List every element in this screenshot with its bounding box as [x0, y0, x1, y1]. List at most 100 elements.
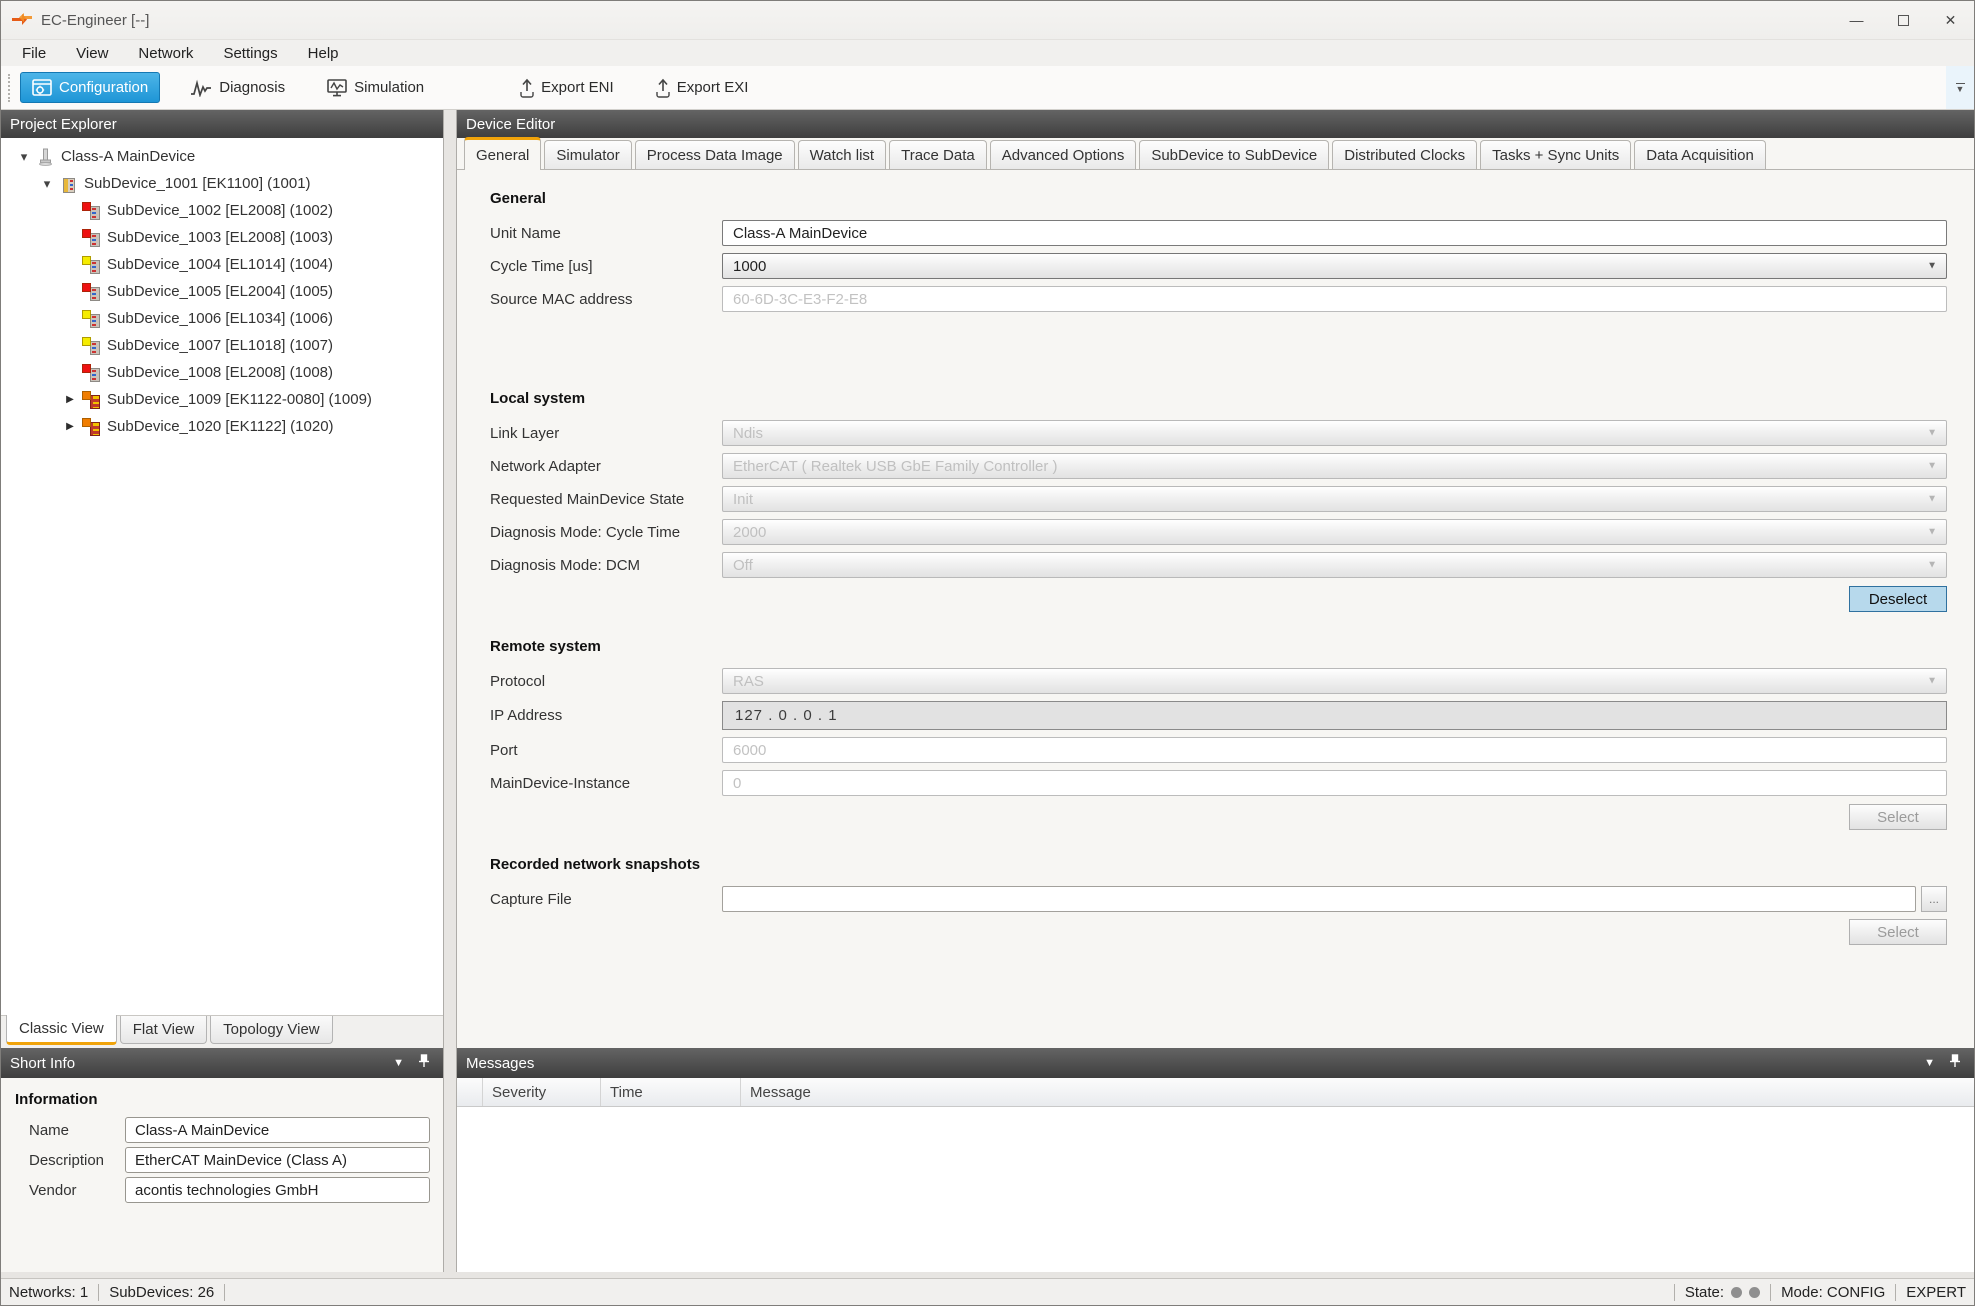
export-eni-button[interactable]: Export ENI: [508, 72, 626, 103]
messages-collapse-icon[interactable]: ▼: [1924, 1057, 1935, 1069]
tree-item-subdevice-1002-el2008-1002[interactable]: SubDevice_1002 [EL2008] (1002): [1, 197, 443, 224]
export-exi-button[interactable]: Export EXI: [644, 72, 761, 103]
remote-select-button: Select: [1849, 804, 1947, 830]
minimize-button[interactable]: —: [1833, 1, 1880, 39]
network-adapter-select: EtherCAT ( Realtek USB GbE Family Contro…: [722, 453, 1947, 479]
status-flag-icon: [82, 256, 91, 265]
tree-item-subdevice-1007-el1018-1007[interactable]: SubDevice_1007 [EL1018] (1007): [1, 332, 443, 359]
tab-trace-data[interactable]: Trace Data: [889, 140, 987, 169]
terminal-icon: [81, 202, 102, 220]
tree-item-subdevice-1006-el1034-1006[interactable]: SubDevice_1006 [EL1034] (1006): [1, 305, 443, 332]
terminal-body: [90, 314, 100, 328]
tab-distributed-clocks[interactable]: Distributed Clocks: [1332, 140, 1477, 169]
coupler-icon: [58, 175, 79, 193]
short-info-section-heading: Information: [15, 1091, 430, 1108]
general-section-heading: General: [490, 190, 1947, 207]
browse-button[interactable]: ...: [1921, 886, 1947, 912]
link-icon: [81, 391, 102, 409]
port-label: Port: [490, 742, 722, 759]
tab-advanced-options[interactable]: Advanced Options: [990, 140, 1137, 169]
close-button[interactable]: ✕: [1927, 1, 1974, 39]
view-tab-topology-view[interactable]: Topology View: [210, 1016, 332, 1044]
tab-process-data-image[interactable]: Process Data Image: [635, 140, 795, 169]
column-header-message[interactable]: Message: [741, 1078, 1974, 1106]
messages-gutter-column: [457, 1078, 483, 1106]
menu-item-network[interactable]: Network: [123, 40, 208, 66]
source-mac-input: 60-6D-3C-E3-F2-E8: [722, 286, 1947, 312]
tree-item-subdevice-1001-ek1100-1001[interactable]: ▾ SubDevice_1001 [EK1100] (1001): [1, 170, 443, 197]
simulation-icon: [327, 79, 347, 97]
unit-name-input[interactable]: Class-A MainDevice: [722, 220, 1947, 246]
capture-file-label: Capture File: [490, 891, 722, 908]
messages-body: SeverityTimeMessage: [457, 1078, 1974, 1272]
tab-general[interactable]: General: [464, 137, 541, 170]
tree-item-label: SubDevice_1003 [EL2008] (1003): [107, 229, 333, 246]
tree-item-subdevice-1004-el1014-1004[interactable]: SubDevice_1004 [EL1014] (1004): [1, 251, 443, 278]
tree-item-label: SubDevice_1020 [EK1122] (1020): [107, 418, 334, 435]
chevron-down-icon: ▼: [1927, 560, 1937, 571]
vendor-label: Vendor: [29, 1182, 125, 1199]
tree-item-subdevice-1008-el2008-1008[interactable]: SubDevice_1008 [EL2008] (1008): [1, 359, 443, 386]
short-info-header[interactable]: Short Info ▼: [1, 1048, 443, 1078]
tab-tasks-sync-units[interactable]: Tasks + Sync Units: [1480, 140, 1631, 169]
column-header-time[interactable]: Time: [601, 1078, 741, 1106]
tree-item-label: SubDevice_1002 [EL2008] (1002): [107, 202, 333, 219]
column-header-severity[interactable]: Severity: [483, 1078, 601, 1106]
port-input: 6000: [722, 737, 1947, 763]
tree-item-label: Class-A MainDevice: [61, 148, 195, 165]
app-window: EC-Engineer [--] — ✕ FileViewNetworkSett…: [0, 0, 1975, 1306]
device-editor-title: Device Editor: [466, 116, 555, 133]
toolbar-overflow-button[interactable]: ▼: [1946, 66, 1974, 109]
tree-item-class-a-maindevice[interactable]: ▾ Class-A MainDevice: [1, 143, 443, 170]
tree-item-subdevice-1003-el2008-1003[interactable]: SubDevice_1003 [EL2008] (1003): [1, 224, 443, 251]
terminal-body: [90, 341, 100, 355]
tree-item-subdevice-1009-ek1122-0080-1009[interactable]: ▶SubDevice_1009 [EK1122-0080] (1009): [1, 386, 443, 413]
view-tab-flat-view[interactable]: Flat View: [120, 1016, 207, 1044]
capture-file-input[interactable]: [722, 886, 1916, 912]
tree-expander-icon[interactable]: ▾: [13, 149, 35, 165]
protocol-label: Protocol: [490, 673, 722, 690]
state-dot-icon: [1731, 1287, 1742, 1298]
cycle-time-label: Cycle Time [us]: [490, 258, 722, 275]
tab-subdevice-to-subdevice[interactable]: SubDevice to SubDevice: [1139, 140, 1329, 169]
main-area: Project Explorer ▾Class-A MainDevice▾Sub…: [1, 110, 1974, 1278]
project-explorer-header: Project Explorer: [1, 110, 443, 138]
maximize-button[interactable]: [1880, 1, 1927, 39]
device-editor-tabs: GeneralSimulatorProcess Data ImageWatch …: [457, 138, 1974, 170]
requested-state-select: Init▼: [722, 486, 1947, 512]
mode-indicator: Mode: CONFIG: [1781, 1284, 1885, 1301]
menu-item-settings[interactable]: Settings: [208, 40, 292, 66]
link-body: [90, 422, 100, 436]
tree-expander-icon[interactable]: ▶: [59, 421, 81, 432]
state-label: State:: [1685, 1284, 1724, 1301]
link-body: [90, 395, 100, 409]
deselect-button[interactable]: Deselect: [1849, 586, 1947, 612]
tab-watch-list[interactable]: Watch list: [798, 140, 886, 169]
messages-header[interactable]: Messages ▼: [457, 1048, 1974, 1078]
diagnosis-icon: [190, 79, 212, 97]
menu-item-help[interactable]: Help: [293, 40, 354, 66]
configuration-label: Configuration: [59, 79, 148, 96]
configuration-button[interactable]: Configuration: [20, 72, 160, 103]
messages-pin-icon[interactable]: [1949, 1054, 1961, 1072]
toolbar-grip[interactable]: [8, 74, 12, 102]
simulation-label: Simulation: [354, 79, 424, 96]
menu-item-file[interactable]: File: [7, 40, 61, 66]
status-flag-icon: [82, 202, 91, 211]
tree-item-subdevice-1005-el2004-1005[interactable]: SubDevice_1005 [EL2004] (1005): [1, 278, 443, 305]
terminal-body: [90, 260, 100, 274]
menu-item-view[interactable]: View: [61, 40, 123, 66]
tree-item-subdevice-1020-ek1122-1020[interactable]: ▶ SubDevice_1020 [EK1122] (1020): [1, 413, 443, 440]
diagnosis-button[interactable]: Diagnosis: [178, 72, 297, 103]
short-info-collapse-icon[interactable]: ▼: [393, 1057, 404, 1069]
project-explorer-panel: Project Explorer ▾Class-A MainDevice▾Sub…: [1, 110, 444, 1272]
short-info-pin-icon[interactable]: [418, 1054, 430, 1072]
simulation-button[interactable]: Simulation: [315, 72, 436, 103]
tree-item-label: SubDevice_1001 [EK1100] (1001): [84, 175, 311, 192]
tree-expander-icon[interactable]: ▶: [59, 394, 81, 405]
tree-expander-icon[interactable]: ▾: [36, 176, 58, 192]
view-tab-classic-view[interactable]: Classic View: [6, 1015, 117, 1045]
cycle-time-select[interactable]: 1000▼: [722, 253, 1947, 279]
tab-simulator[interactable]: Simulator: [544, 140, 631, 169]
tab-data-acquisition[interactable]: Data Acquisition: [1634, 140, 1766, 169]
